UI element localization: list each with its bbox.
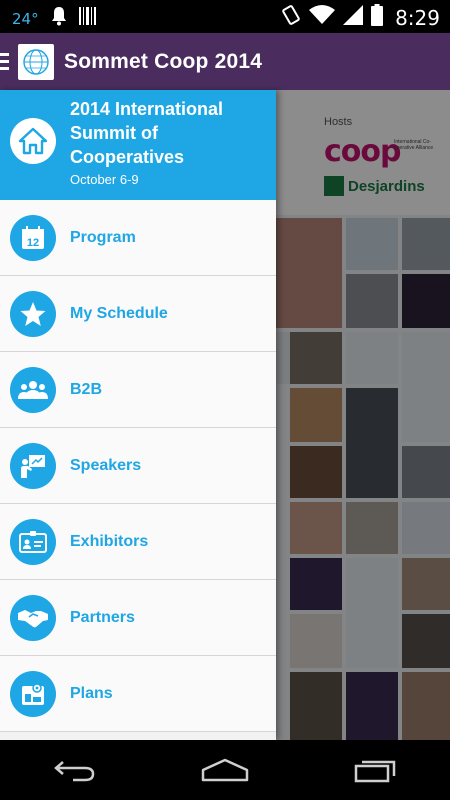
- menu-label: Speakers: [70, 456, 142, 474]
- id-badge-icon: [10, 518, 56, 565]
- summit-title: 2014 International Summit of Cooperative…: [70, 99, 224, 167]
- wifi-icon: [309, 5, 336, 30]
- action-bar: Sommet Coop 2014: [0, 33, 450, 90]
- menu-item-partners[interactable]: Partners: [0, 580, 276, 656]
- menu-item-b2b[interactable]: B2B: [0, 352, 276, 428]
- signal-icon: [343, 5, 364, 30]
- menu-item-plans[interactable]: Plans: [0, 656, 276, 732]
- group-icon: [10, 366, 56, 413]
- system-navigation-bar: [0, 740, 450, 800]
- recent-apps-icon[interactable]: [345, 750, 405, 790]
- drawer-header[interactable]: 2014 International Summit of Cooperative…: [0, 90, 276, 200]
- battery-icon: [371, 4, 384, 31]
- temperature-text: 24°: [12, 9, 39, 28]
- globe-logo-icon[interactable]: [18, 43, 54, 80]
- menu-item-my-schedule[interactable]: My Schedule: [0, 276, 276, 352]
- menu-item-program[interactable]: 12 Program: [0, 200, 276, 276]
- menu-label: My Schedule: [70, 304, 168, 322]
- drawer-toggle-icon[interactable]: [0, 53, 12, 70]
- navigation-drawer: 2014 International Summit of Cooperative…: [0, 90, 276, 740]
- calendar-icon: 12: [10, 214, 56, 261]
- menu-label: Exhibitors: [70, 532, 149, 550]
- handshake-icon: [10, 594, 56, 641]
- home-icon: [10, 118, 56, 164]
- status-bar: 24° 8:29: [0, 0, 450, 33]
- menu-item-speakers[interactable]: Speakers: [0, 428, 276, 504]
- clock-time: 8:29: [395, 5, 440, 30]
- notification-bell-icon: [51, 6, 67, 31]
- menu-label: Program: [70, 228, 136, 246]
- menu-label: Plans: [70, 684, 113, 702]
- menu-label: Partners: [70, 608, 135, 626]
- floor-plan-icon: [10, 670, 56, 717]
- svg-text:12: 12: [27, 237, 39, 249]
- rotation-lock-icon: [281, 4, 301, 31]
- barcode-icon: [78, 6, 97, 31]
- app-title: Sommet Coop 2014: [64, 49, 263, 73]
- menu-label: B2B: [70, 380, 103, 398]
- home-button-icon[interactable]: [195, 750, 255, 790]
- summit-date: October 6-9: [70, 172, 139, 187]
- presenter-icon: [10, 442, 56, 489]
- menu-item-exhibitors[interactable]: Exhibitors: [0, 504, 276, 580]
- star-icon: [10, 290, 56, 337]
- back-icon[interactable]: [45, 750, 105, 790]
